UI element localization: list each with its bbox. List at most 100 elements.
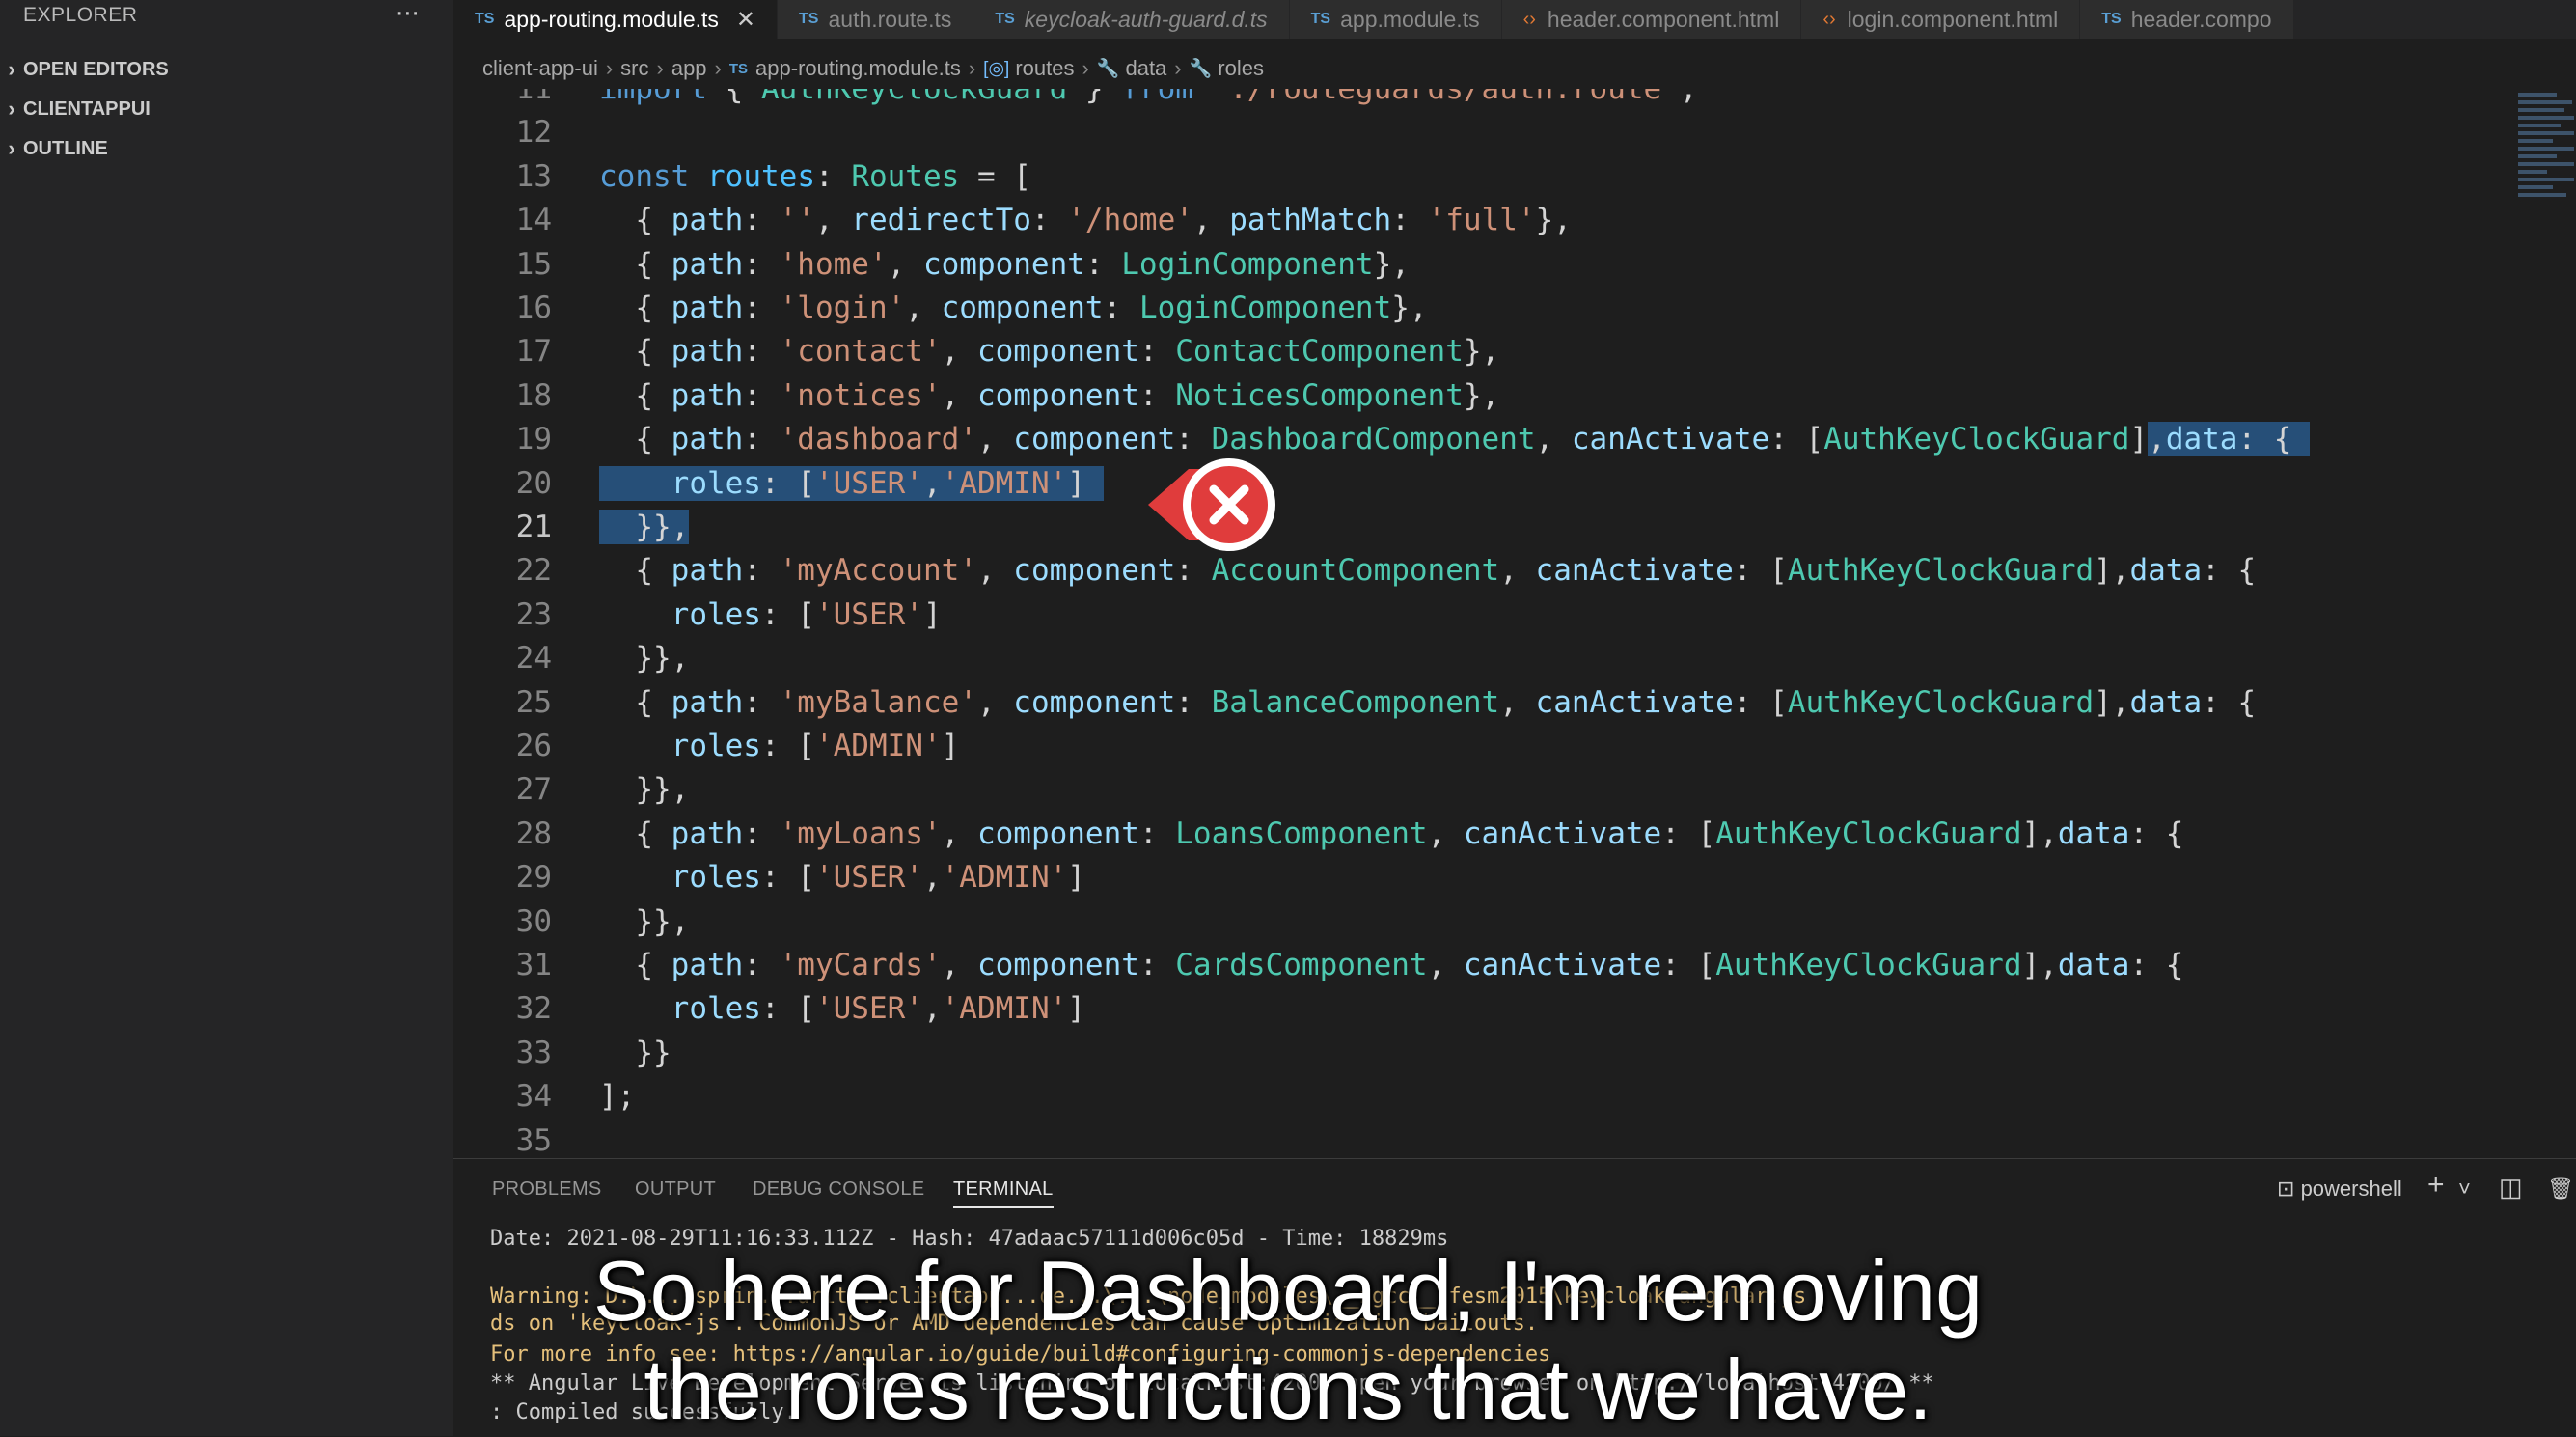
code-text: { path: 'notices', component: NoticesCom… — [599, 377, 1500, 413]
add-terminal-icon[interactable]: + — [2427, 1169, 2445, 1202]
delete-marker-icon — [1148, 458, 1275, 551]
line-number: 31 — [515, 948, 552, 982]
code-line[interactable]: 30 }}, — [453, 900, 2528, 944]
tab-label: login.component.html — [1847, 6, 2059, 32]
breadcrumb-item[interactable]: app-routing.module.ts — [755, 56, 961, 81]
code-line[interactable]: 13 const routes: Routes = [ — [453, 155, 2528, 199]
breadcrumb-item[interactable]: client-app-ui — [482, 56, 598, 81]
breadcrumb-item[interactable]: src — [620, 56, 648, 81]
breadcrumb-item[interactable]: data — [1125, 56, 1166, 81]
line-number: 14 — [515, 203, 552, 238]
typescript-file-icon: TS — [475, 11, 495, 27]
tab-keycloak-auth-guard[interactable]: TS keycloak-auth-guard.d.ts — [973, 0, 1290, 39]
code-line[interactable]: 26 roles: ['ADMIN'] — [453, 725, 2528, 768]
typescript-file-icon: TS — [799, 11, 819, 27]
section-label: OUTLINE — [23, 137, 108, 159]
breadcrumb-item[interactable]: roles — [1218, 56, 1264, 81]
line-number: 23 — [515, 596, 552, 632]
line-number: 13 — [515, 158, 552, 194]
chevron-right-icon: › — [605, 56, 614, 80]
code-text: roles: ['ADMIN'] — [671, 729, 960, 763]
code-line[interactable]: 31 { path: 'myCards', component: CardsCo… — [453, 944, 2528, 987]
tab-app-module[interactable]: TS app.module.ts — [1289, 0, 1502, 39]
code-line[interactable]: 25 { path: 'myBalance', component: Balan… — [453, 681, 2528, 725]
code-line[interactable]: 28 { path: 'myLoans', component: LoansCo… — [453, 813, 2528, 856]
chevron-right-icon: › — [8, 136, 15, 160]
chevron-right-icon: › — [714, 56, 722, 80]
clientappui-section[interactable]: › CLIENTAPPUI — [0, 90, 453, 128]
line-number: 18 — [515, 377, 552, 413]
code-line[interactable]: 27 }}, — [453, 768, 2528, 812]
line-number: 32 — [515, 991, 552, 1027]
code-line[interactable]: 32 roles: ['USER','ADMIN'] — [453, 987, 2528, 1031]
code-line[interactable]: 20 roles: ['USER','ADMIN'] — [453, 462, 2528, 506]
tab-label: header.component.html — [1547, 6, 1780, 32]
code-line[interactable]: 21 }}, — [453, 506, 2528, 549]
tab-header-component-html[interactable]: ‹› header.component.html — [1501, 0, 1802, 39]
code-line[interactable]: 33 }} — [453, 1032, 2528, 1075]
code-line[interactable]: 11 import { AuthKeyClockGuard } from './r… — [453, 89, 2528, 111]
line-number: 29 — [515, 860, 552, 896]
tab-label: keycloak-auth-guard.d.ts — [1024, 6, 1268, 32]
code-text: }}, — [599, 641, 690, 677]
code-line[interactable]: 34]; — [453, 1075, 2528, 1119]
open-editors-section[interactable]: › OPEN EDITORS — [0, 50, 453, 89]
chevron-right-icon: › — [968, 56, 976, 80]
code-line[interactable]: 15 { path: 'home', component: LoginCompo… — [453, 243, 2528, 287]
code-line[interactable]: 12 — [453, 111, 2528, 154]
code-line[interactable]: 35 — [453, 1119, 2528, 1158]
section-label: OPEN EDITORS — [23, 58, 169, 80]
terminal-icon: ⊡ — [2277, 1176, 2295, 1201]
breadcrumb-item[interactable]: app — [671, 56, 707, 81]
line-number: 16 — [515, 290, 552, 325]
code-line[interactable]: 22 { path: 'myAccount', component: Accou… — [453, 549, 2528, 593]
line-number: 35 — [515, 1122, 552, 1158]
tab-terminal[interactable]: TERMINAL — [953, 1178, 1054, 1208]
code-line[interactable]: 19 { path: 'dashboard', component: Dashb… — [453, 418, 2528, 461]
line-number: 28 — [515, 815, 552, 851]
chevron-right-icon: › — [8, 97, 15, 121]
line-number: 30 — [515, 903, 552, 939]
tab-output[interactable]: OUTPUT — [635, 1178, 716, 1201]
tab-problems[interactable]: PROBLEMS — [492, 1178, 602, 1201]
trash-icon[interactable]: 🗑 — [2547, 1176, 2574, 1202]
terminal-shell-selector[interactable]: ⊡ powershell — [2277, 1176, 2402, 1202]
tab-login-component-html[interactable]: ‹› login.component.html — [1801, 0, 2081, 39]
line-number: 22 — [515, 553, 552, 589]
breadcrumb-item[interactable]: routes — [1015, 56, 1074, 81]
section-label: CLIENTAPPUI — [23, 97, 151, 120]
tab-debug-console[interactable]: DEBUG CONSOLE — [753, 1178, 924, 1201]
line-number: 34 — [515, 1079, 552, 1115]
minimap[interactable] — [2516, 89, 2576, 214]
close-icon[interactable]: ✕ — [736, 6, 755, 34]
code-text: roles: ['USER','ADMIN'] — [671, 860, 1085, 896]
code-line[interactable]: 16 { path: 'login', component: LoginComp… — [453, 287, 2528, 330]
code-text: { path: 'myAccount', component: AccountC… — [599, 553, 2257, 589]
explorer-title: EXPLORER — [23, 4, 138, 26]
code-line[interactable]: 17 { path: 'contact', component: Contact… — [453, 330, 2528, 373]
code-line[interactable]: 18 { path: 'notices', component: Notices… — [453, 374, 2528, 418]
more-actions-icon[interactable]: ··· — [396, 0, 420, 29]
line-number: 12 — [515, 115, 552, 151]
shell-label: powershell — [2300, 1176, 2402, 1201]
tab-app-routing-module[interactable]: TS app-routing.module.ts ✕ — [453, 0, 779, 39]
split-terminal-icon[interactable]: ◫ — [2499, 1173, 2523, 1202]
code-line[interactable]: 14 { path: '', redirectTo: '/home', path… — [453, 199, 2528, 242]
code-text: roles: ['USER','ADMIN'] — [599, 462, 1104, 506]
tab-auth-route[interactable]: TS auth.route.ts — [778, 0, 974, 39]
code-text: }}, — [599, 903, 690, 939]
line-number: 15 — [515, 246, 552, 282]
line-number: 26 — [515, 729, 552, 763]
line-number: 33 — [515, 1035, 552, 1070]
code-line[interactable]: 29 roles: ['USER','ADMIN'] — [453, 856, 2528, 899]
tab-header-component-ts[interactable]: TS header.compo — [2080, 0, 2294, 39]
code-line[interactable]: 24 }}, — [453, 637, 2528, 680]
code-text: { path: 'myBalance', component: BalanceC… — [599, 684, 2257, 720]
chevron-down-icon[interactable]: ˅ — [2458, 1176, 2471, 1202]
tab-label: header.compo — [2130, 6, 2272, 32]
outline-section[interactable]: › OUTLINE — [0, 129, 453, 168]
tab-label: app-routing.module.ts — [504, 6, 719, 32]
code-editor[interactable]: 11 import { AuthKeyClockGuard } from './r… — [453, 89, 2528, 1158]
code-text: import { AuthKeyClockGuard } from './rou… — [599, 89, 1698, 106]
code-line[interactable]: 23 roles: ['USER'] — [453, 594, 2528, 637]
